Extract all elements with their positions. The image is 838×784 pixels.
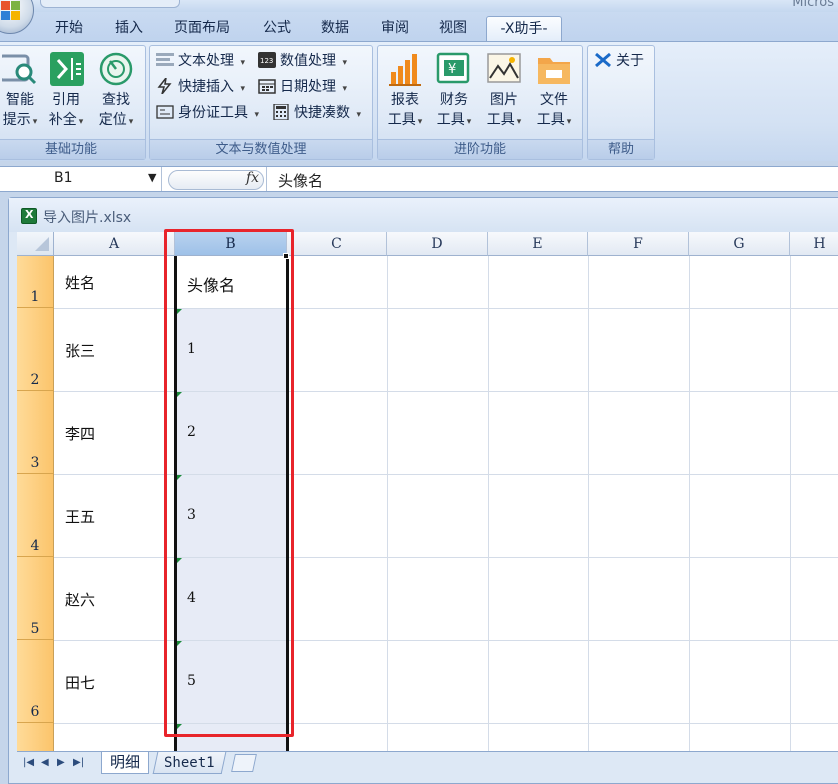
- workbook-filename: 导入图片.xlsx: [43, 210, 132, 226]
- group-text-number: 文本处理 123数值处理 快捷插入 日期处理 身份证工具 快捷凑数 文本与数值处…: [149, 45, 373, 160]
- calendar-icon: [258, 78, 276, 94]
- row-header-2[interactable]: 2: [17, 308, 54, 391]
- tab-formulas[interactable]: 公式: [252, 16, 302, 42]
- tab-review[interactable]: 审阅: [370, 16, 420, 42]
- column-header-e[interactable]: E: [488, 232, 588, 256]
- gridline: [488, 256, 489, 751]
- calculator-icon: [272, 103, 290, 121]
- column-header-c[interactable]: C: [287, 232, 387, 256]
- picture-tool-button[interactable]: 图片 工具: [481, 50, 527, 136]
- lightning-icon: [156, 77, 174, 95]
- first-sheet-icon[interactable]: |◀: [23, 757, 34, 768]
- tab-insert[interactable]: 插入: [104, 16, 154, 42]
- id-card-icon: [156, 104, 174, 120]
- group-label: 文本与数值处理: [150, 139, 372, 159]
- workbook-titlebar: 导入图片.xlsx: [9, 198, 838, 232]
- insert-sheet-icon[interactable]: [231, 754, 257, 772]
- sheet-tab-detail[interactable]: 明细: [101, 752, 150, 774]
- text-lines-icon: [156, 52, 174, 68]
- cell-a3[interactable]: 李四: [65, 423, 95, 444]
- svg-text:123: 123: [260, 57, 273, 65]
- gridline: [689, 256, 690, 751]
- find-locate-button[interactable]: 查找 定位: [93, 50, 139, 136]
- group-basic: 智能 提示 引用 补全 查找 定位 基础功能: [0, 45, 146, 160]
- chevron-down-icon[interactable]: ▼: [148, 171, 156, 184]
- file-tool-button[interactable]: 文件 工具: [531, 50, 577, 136]
- smart-hint-button[interactable]: 智能 提示: [0, 50, 43, 136]
- worksheet-grid[interactable]: A B C D E F G H 1 2 3 4 5 6 姓名 张三 李四 王五 …: [17, 232, 838, 751]
- column-header-f[interactable]: F: [588, 232, 689, 256]
- column-header-g[interactable]: G: [689, 232, 790, 256]
- tab-view[interactable]: 视图: [428, 16, 478, 42]
- row-header-1[interactable]: 1: [17, 256, 54, 308]
- gridline: [588, 256, 589, 751]
- row-header-3[interactable]: 3: [17, 391, 54, 474]
- group-help: 关于 帮助: [587, 45, 655, 160]
- group-label: 基础功能: [0, 139, 145, 159]
- picture-icon: [486, 50, 522, 88]
- prev-sheet-icon[interactable]: ◀: [41, 757, 49, 768]
- excel-file-icon: [21, 208, 37, 224]
- group-advanced: 报表 工具 ¥ 财务 工具 图片 工具 文件 工具 进阶功能: [377, 45, 583, 160]
- fx-icon[interactable]: fx: [246, 170, 259, 186]
- report-tool-button[interactable]: 报表 工具: [382, 50, 428, 136]
- date-process-button[interactable]: 日期处理: [258, 76, 347, 98]
- cell-a6[interactable]: 田七: [65, 672, 95, 693]
- quick-access-toolbar[interactable]: [40, 0, 180, 8]
- x-logo-icon: [594, 52, 612, 68]
- tab-page-layout[interactable]: 页面布局: [164, 16, 240, 42]
- about-button[interactable]: 关于: [594, 50, 644, 72]
- office-logo-icon: [1, 1, 21, 21]
- column-header-d[interactable]: D: [387, 232, 488, 256]
- cell-a2[interactable]: 张三: [65, 340, 95, 361]
- title-bar: Micros: [0, 0, 838, 12]
- group-label: 进阶功能: [378, 139, 582, 159]
- text-process-button[interactable]: 文本处理: [156, 50, 245, 72]
- row-header-4[interactable]: 4: [17, 474, 54, 557]
- cell-a5[interactable]: 赵六: [65, 589, 95, 610]
- sheet-tab-bar: |◀ ◀ ▶ ▶| 明细 Sheet1: [17, 751, 838, 775]
- quick-sum-button[interactable]: 快捷凑数: [272, 102, 361, 124]
- gridline: [790, 256, 791, 751]
- workbook-window: 导入图片.xlsx A B C D E F G H 1 2 3 4 5 6: [8, 197, 838, 784]
- svg-text:¥: ¥: [448, 62, 456, 77]
- formula-bar: B1 ▼ fx 头像名: [0, 166, 838, 192]
- gridline: [387, 256, 388, 751]
- folder-icon: [536, 50, 572, 88]
- ref-complete-button[interactable]: 引用 补全: [43, 50, 89, 136]
- next-sheet-icon[interactable]: ▶: [57, 757, 65, 768]
- finance-tool-button[interactable]: ¥ 财务 工具: [431, 50, 477, 136]
- last-sheet-icon[interactable]: ▶|: [73, 757, 84, 768]
- bar-chart-icon: [387, 50, 423, 88]
- formula-input[interactable]: 头像名: [278, 170, 323, 191]
- name-box[interactable]: B1 ▼: [0, 167, 162, 191]
- column-header-h[interactable]: H: [790, 232, 838, 256]
- finance-yen-icon: ¥: [436, 50, 472, 88]
- id-card-tool-button[interactable]: 身份证工具: [156, 102, 259, 124]
- arrow-fill-icon: [48, 50, 84, 88]
- magnifier-icon: [0, 50, 38, 88]
- ribbon: 智能 提示 引用 补全 查找 定位 基础功能 文本处理 123数值处理 快捷插入: [0, 41, 838, 161]
- sheet-tab-sheet1[interactable]: Sheet1: [152, 752, 226, 774]
- tab-data[interactable]: 数据: [310, 16, 360, 42]
- tab-home[interactable]: 开始: [44, 16, 94, 42]
- number-process-button[interactable]: 123 数值处理: [258, 50, 347, 72]
- name-box-value: B1: [54, 170, 73, 186]
- highlight-box: [164, 229, 294, 737]
- select-all-corner[interactable]: [17, 232, 54, 256]
- number-123-icon: 123: [258, 52, 276, 68]
- group-label: 帮助: [588, 139, 654, 159]
- window-title: Micros: [792, 0, 834, 10]
- row-header-7[interactable]: [17, 723, 54, 751]
- cell-a4[interactable]: 王五: [65, 506, 95, 527]
- ribbon-tabs: 开始 插入 页面布局 公式 数据 审阅 视图 -X助手-: [0, 12, 838, 42]
- row-header-5[interactable]: 5: [17, 557, 54, 640]
- target-icon: [98, 50, 134, 88]
- row-header-6[interactable]: 6: [17, 640, 54, 723]
- tab-x-helper[interactable]: -X助手-: [486, 16, 562, 42]
- column-header-a[interactable]: A: [54, 232, 175, 256]
- cell-a1[interactable]: 姓名: [65, 272, 95, 293]
- divider: [266, 167, 267, 191]
- quick-insert-button[interactable]: 快捷插入: [156, 76, 245, 98]
